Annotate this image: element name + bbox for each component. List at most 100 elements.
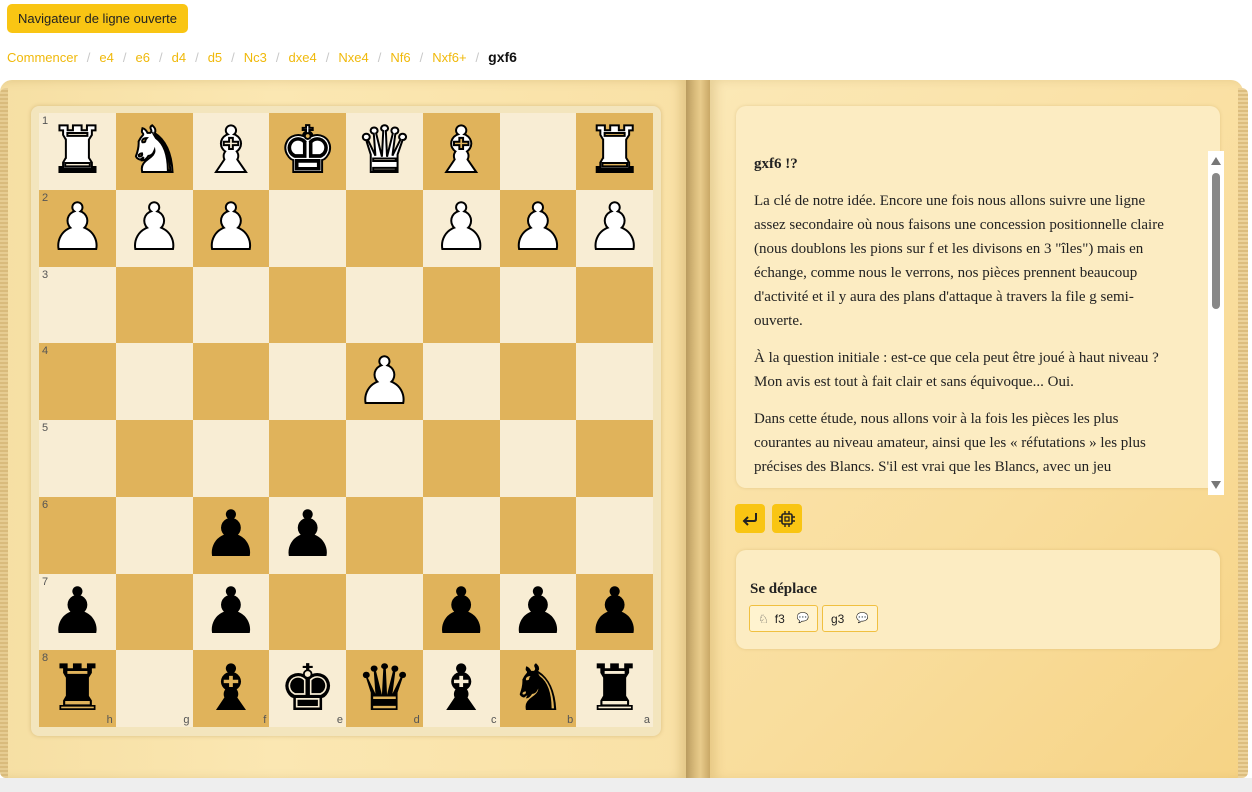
board-square[interactable]: ♚ [269, 113, 346, 190]
board-square[interactable] [576, 343, 653, 420]
board-square[interactable]: 4 [39, 343, 116, 420]
board-square[interactable] [499, 343, 577, 420]
board-square[interactable]: ♟ [499, 573, 577, 651]
board-square[interactable] [346, 266, 423, 344]
black-pawn-icon[interactable]: ♟ [279, 503, 336, 567]
scroll-up-icon[interactable] [1211, 157, 1221, 165]
board-square[interactable] [115, 343, 193, 420]
black-rook-icon[interactable]: ♜ [586, 657, 643, 721]
back-button[interactable] [735, 504, 765, 533]
board-square[interactable] [499, 496, 577, 574]
breadcrumb-item[interactable]: e6 [136, 50, 150, 65]
black-pawn-icon[interactable]: ♟ [432, 580, 489, 644]
board-square[interactable]: 3 [39, 266, 116, 344]
board-square[interactable] [499, 113, 577, 190]
board-square[interactable] [422, 420, 500, 497]
board-square[interactable]: ♟ [422, 573, 500, 651]
breadcrumb-item[interactable]: Commencer [7, 50, 78, 65]
white-pawn-icon[interactable]: ♟ [355, 349, 414, 415]
board-square[interactable]: 8 h ♜ [39, 650, 116, 727]
white-rook-icon[interactable]: ♜ [48, 118, 107, 184]
comment-text[interactable]: gxf6 !? La clé de notre idée. Encore une… [754, 152, 1179, 497]
black-pawn-icon[interactable]: ♟ [509, 580, 566, 644]
board-square[interactable]: c ♝ [422, 650, 500, 727]
board-square[interactable] [192, 266, 270, 344]
board-square[interactable] [269, 343, 346, 420]
breadcrumb-item[interactable]: dxe4 [289, 50, 317, 65]
breadcrumb-item[interactable]: Nf6 [390, 50, 410, 65]
board-square[interactable] [422, 496, 500, 574]
board-square[interactable]: f ♝ [192, 650, 270, 727]
white-bishop-icon[interactable]: ♝ [431, 118, 490, 184]
black-bishop-icon[interactable]: ♝ [432, 657, 489, 721]
white-knight-icon[interactable]: ♞ [124, 118, 183, 184]
white-pawn-icon[interactable]: ♟ [201, 195, 260, 261]
board-square[interactable]: a ♜ [576, 650, 653, 727]
white-pawn-icon[interactable]: ♟ [431, 195, 490, 261]
board-square[interactable] [115, 573, 193, 651]
board-square[interactable] [346, 573, 423, 651]
board-square[interactable] [192, 420, 270, 497]
white-pawn-icon[interactable]: ♟ [585, 195, 644, 261]
scrollbar-thumb[interactable] [1212, 173, 1220, 309]
board-square[interactable]: ♞ [115, 113, 193, 190]
board-square[interactable]: 7 ♟ [39, 573, 116, 651]
board-square[interactable]: e ♚ [269, 650, 346, 727]
black-rook-icon[interactable]: ♜ [49, 657, 106, 721]
board-square[interactable] [499, 420, 577, 497]
black-knight-icon[interactable]: ♞ [509, 657, 566, 721]
board-square[interactable]: 1 ♜ [39, 113, 116, 190]
breadcrumb-item[interactable]: d4 [172, 50, 186, 65]
board-square[interactable]: ♟ [115, 189, 193, 267]
breadcrumb-item[interactable]: e4 [99, 50, 113, 65]
board-square[interactable]: ♝ [422, 113, 500, 190]
black-pawn-icon[interactable]: ♟ [202, 503, 259, 567]
white-queen-icon[interactable]: ♛ [355, 118, 414, 184]
board-square[interactable] [269, 573, 346, 651]
board-square[interactable]: ♟ [269, 496, 346, 574]
board-square[interactable] [269, 266, 346, 344]
black-pawn-icon[interactable]: ♟ [49, 580, 106, 644]
board-square[interactable] [269, 189, 346, 267]
board-square[interactable]: ♛ [346, 113, 423, 190]
white-bishop-icon[interactable]: ♝ [201, 118, 260, 184]
board-square[interactable]: ♟ [422, 189, 500, 267]
open-line-navigator-button[interactable]: Navigateur de ligne ouverte [7, 4, 188, 33]
board-square[interactable]: 2 ♟ [39, 189, 116, 267]
white-pawn-icon[interactable]: ♟ [124, 195, 183, 261]
black-king-icon[interactable]: ♚ [279, 657, 336, 721]
board-square[interactable]: d ♛ [346, 650, 423, 727]
breadcrumb-item[interactable]: d5 [208, 50, 222, 65]
comment-scrollbar[interactable] [1208, 151, 1224, 495]
black-queen-icon[interactable]: ♛ [356, 657, 413, 721]
board-square[interactable] [192, 343, 270, 420]
move-chip-f3[interactable]: ♘ f3 💬 [749, 605, 819, 632]
board-square[interactable]: ♟ [576, 189, 653, 267]
white-pawn-icon[interactable]: ♟ [508, 195, 567, 261]
board-square[interactable]: ♟ [192, 189, 270, 267]
board-square[interactable]: b ♞ [499, 650, 577, 727]
board-square[interactable]: 5 [39, 420, 116, 497]
board-square[interactable]: 6 [39, 496, 116, 574]
board-square[interactable]: ♟ [192, 573, 270, 651]
black-pawn-icon[interactable]: ♟ [586, 580, 643, 644]
board-square[interactable] [115, 420, 193, 497]
board-square[interactable]: ♟ [499, 189, 577, 267]
engine-button[interactable] [772, 504, 802, 533]
chess-board[interactable]: 1 ♜ ♞ ♝ ♚ ♛ ♝ ♜ 2 ♟ ♟ ♟ ♟ ♟ ♟ 3 4 ♟ 5 6 ♟ ♟ 7 ♟ ♟ ♟ ♟ ♟ 8 h ♜ g f ♝ e ♚ d ♛ c ♝… [39, 113, 653, 727]
board-square[interactable] [346, 420, 423, 497]
board-square[interactable]: ♜ [576, 113, 653, 190]
board-square[interactable] [576, 266, 653, 344]
white-king-icon[interactable]: ♚ [278, 118, 337, 184]
board-square[interactable] [499, 266, 577, 344]
board-square[interactable]: ♟ [576, 573, 653, 651]
board-square[interactable] [576, 420, 653, 497]
board-square[interactable] [115, 266, 193, 344]
board-square[interactable]: ♝ [192, 113, 270, 190]
breadcrumb-item[interactable]: Nc3 [244, 50, 267, 65]
board-square[interactable]: ♟ [346, 343, 423, 420]
black-pawn-icon[interactable]: ♟ [202, 580, 259, 644]
board-square[interactable] [422, 343, 500, 420]
black-bishop-icon[interactable]: ♝ [202, 657, 259, 721]
white-pawn-icon[interactable]: ♟ [48, 195, 107, 261]
